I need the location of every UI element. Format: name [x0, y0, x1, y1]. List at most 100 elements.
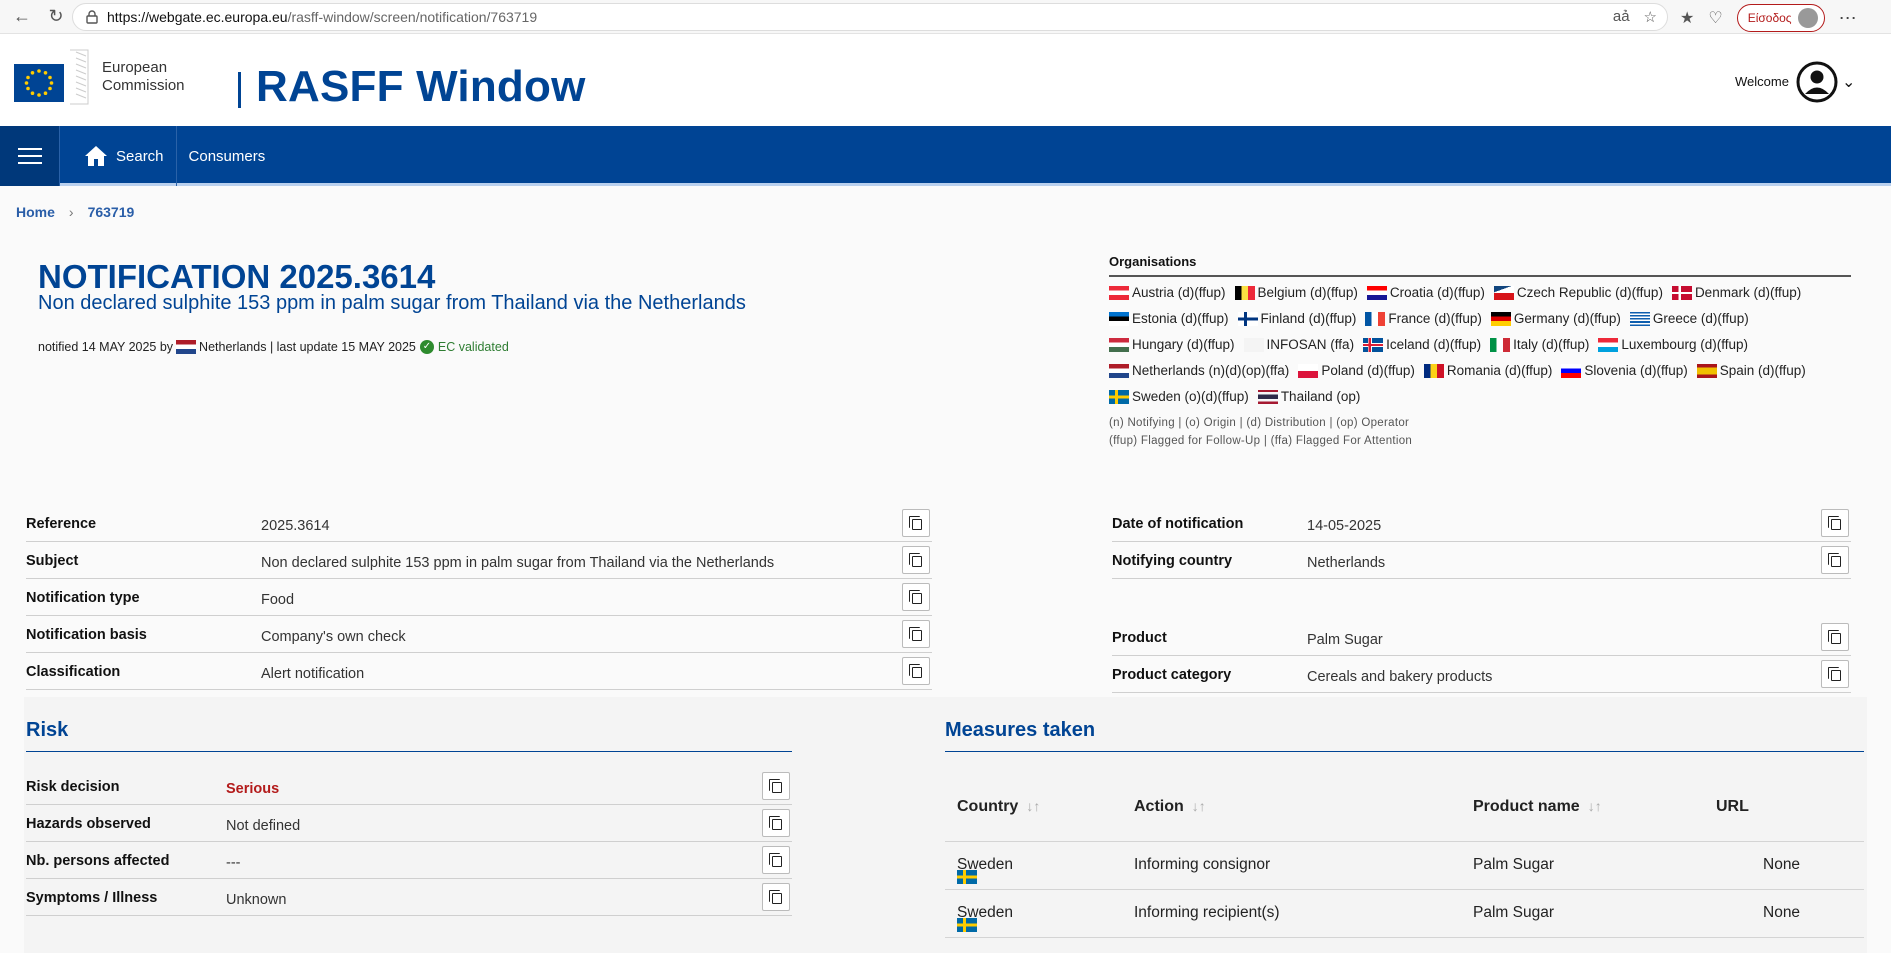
sort-icon[interactable]: ↓↑: [1588, 798, 1602, 814]
check-circle-icon: ✓: [419, 340, 434, 354]
measures-title: Measures taken: [945, 719, 1096, 741]
ec-name-line1: European: [102, 59, 168, 76]
detail-label: Notification basis: [26, 627, 147, 643]
copy-button[interactable]: [902, 546, 930, 574]
risk-panel: Risk Risk decision Serious Hazards observe…: [24, 697, 924, 953]
organisation-label: Poland (d)(ffup): [1321, 363, 1415, 378]
site-info-icon[interactable]: [85, 10, 99, 24]
user-account-icon[interactable]: [1796, 61, 1838, 103]
flag-icon: [1109, 285, 1129, 300]
detail-label: Classification: [26, 664, 121, 680]
detail-row: Hazards observed Not defined: [26, 808, 792, 842]
copy-button[interactable]: [1821, 623, 1849, 651]
address-bar[interactable]: https://webgate.ec.europa.eu/rasff-windo…: [72, 3, 1668, 31]
detail-row: Reference 2025.3614: [26, 508, 932, 542]
organisation-item: Estonia (d)(ffup): [1109, 311, 1229, 326]
flag-icon: [1598, 337, 1619, 352]
organisations-legend: (n) Notifying | (o) Origin | (d) Distrib…: [1109, 414, 1851, 450]
copy-button[interactable]: [762, 883, 790, 911]
breadcrumb-current[interactable]: 763719: [88, 204, 135, 220]
menu-icon[interactable]: [0, 126, 60, 186]
organisation-item: Iceland (d)(ffup): [1363, 337, 1481, 352]
copy-button[interactable]: [1821, 546, 1849, 574]
breadcrumb-home[interactable]: Home: [16, 204, 55, 220]
copy-button[interactable]: [902, 657, 930, 685]
sort-icon[interactable]: ↓↑: [1026, 798, 1040, 814]
organisation-item: Czech Republic (d)(ffup): [1493, 285, 1663, 300]
flag-icon: [1629, 311, 1650, 326]
favorites-icon[interactable]: ★: [1680, 8, 1694, 28]
risk-divider: [26, 751, 792, 752]
favorite-star-icon[interactable]: ☆: [1644, 8, 1657, 26]
read-aloud-icon[interactable]: aả: [1613, 8, 1630, 26]
flag-icon: [1366, 285, 1387, 300]
detail-value: Serious: [226, 781, 280, 797]
flag-icon: [1109, 311, 1129, 326]
flag-icon: [1696, 363, 1717, 378]
chevron-down-icon[interactable]: ⌄: [1842, 72, 1855, 92]
flag-icon: [1243, 337, 1264, 352]
col-product-name[interactable]: Product name ↓↑: [1473, 798, 1602, 816]
more-menu-icon[interactable]: ⋯: [1839, 8, 1857, 29]
eu-flag-icon: [12, 48, 90, 106]
organisation-item: Slovenia (d)(ffup): [1561, 363, 1688, 378]
reload-icon[interactable]: ↻: [44, 5, 68, 29]
detail-value: Company's own check: [261, 629, 406, 645]
copy-button[interactable]: [902, 583, 930, 611]
detail-row: Notifying country Netherlands: [1112, 545, 1851, 579]
ec-logo[interactable]: European Commission: [12, 48, 185, 106]
organisation-item: Belgium (d)(ffup): [1234, 285, 1358, 300]
col-action[interactable]: Action ↓↑: [1134, 798, 1206, 816]
nav-search[interactable]: Search: [60, 126, 177, 186]
sort-icon[interactable]: ↓↑: [1192, 798, 1206, 814]
extensions-icon[interactable]: ♡: [1708, 8, 1722, 28]
flag-icon: [1109, 363, 1129, 378]
copy-button[interactable]: [762, 809, 790, 837]
copy-button[interactable]: [902, 620, 930, 648]
copy-button[interactable]: [902, 509, 930, 537]
meta-notified: notified 14 MAY 2025 by: [38, 340, 174, 354]
detail-label: Nb. persons affected: [26, 853, 170, 869]
copy-icon: [1828, 666, 1841, 681]
copy-button[interactable]: [762, 772, 790, 800]
organisations-title: Organisations: [1109, 254, 1851, 277]
detail-label: Subject: [26, 553, 79, 569]
cell-product-name: Palm Sugar: [1473, 856, 1554, 873]
copy-icon: [769, 815, 782, 830]
organisation-item: Greece (d)(ffup): [1629, 311, 1749, 326]
detail-label: Hazards observed: [26, 816, 151, 832]
organisation-label: Iceland (d)(ffup): [1386, 337, 1482, 352]
copy-button[interactable]: [762, 846, 790, 874]
detail-value: Not defined: [226, 818, 301, 834]
organisation-label: Czech Republic (d)(ffup): [1516, 285, 1663, 300]
organisation-item: Spain (d)(ffup): [1696, 363, 1806, 378]
detail-value: Netherlands: [1307, 555, 1386, 571]
copy-button[interactable]: [1821, 660, 1849, 688]
flag-icon: [1109, 389, 1129, 404]
organisation-label: Slovenia (d)(ffup): [1584, 363, 1688, 378]
title-divider: [238, 72, 241, 108]
organisation-item: Hungary (d)(ffup): [1109, 337, 1235, 352]
col-url: URL: [1716, 798, 1749, 815]
measures-table: Country ↓↑ Action ↓↑ Product name ↓↑ URL Sw…: [945, 778, 1864, 938]
copy-icon: [909, 663, 922, 678]
detail-label: Notification type: [26, 590, 140, 606]
organisation-label: INFOSAN (ffa): [1266, 337, 1355, 352]
signin-button[interactable]: Είσοδος: [1736, 4, 1825, 32]
flag-icon: [1561, 363, 1582, 378]
cell-country: Sweden: [957, 856, 1013, 884]
detail-row: Product category Cereals and bakery produ…: [1112, 659, 1851, 693]
notification-meta: notified 14 MAY 2025 by Netherlands | la…: [38, 340, 509, 354]
organisation-label: Romania (d)(ffup): [1446, 363, 1553, 378]
app-title[interactable]: RASFF Window: [256, 62, 586, 112]
organisation-label: Croatia (d)(ffup): [1389, 285, 1485, 300]
copy-button[interactable]: [1821, 509, 1849, 537]
nav-consumers[interactable]: Consumers: [177, 126, 266, 186]
flag-icon: [1234, 285, 1255, 300]
url-path: /rasff-window/screen/notification/763719: [287, 9, 538, 25]
browser-toolbar: ← ↻ https://webgate.ec.europa.eu/rasff-w…: [0, 0, 1891, 34]
col-country[interactable]: Country ↓↑: [957, 798, 1040, 816]
back-icon[interactable]: ←: [10, 5, 34, 29]
sweden-flag-icon: [957, 870, 977, 884]
cell-action: Informing recipient(s): [1134, 904, 1280, 921]
